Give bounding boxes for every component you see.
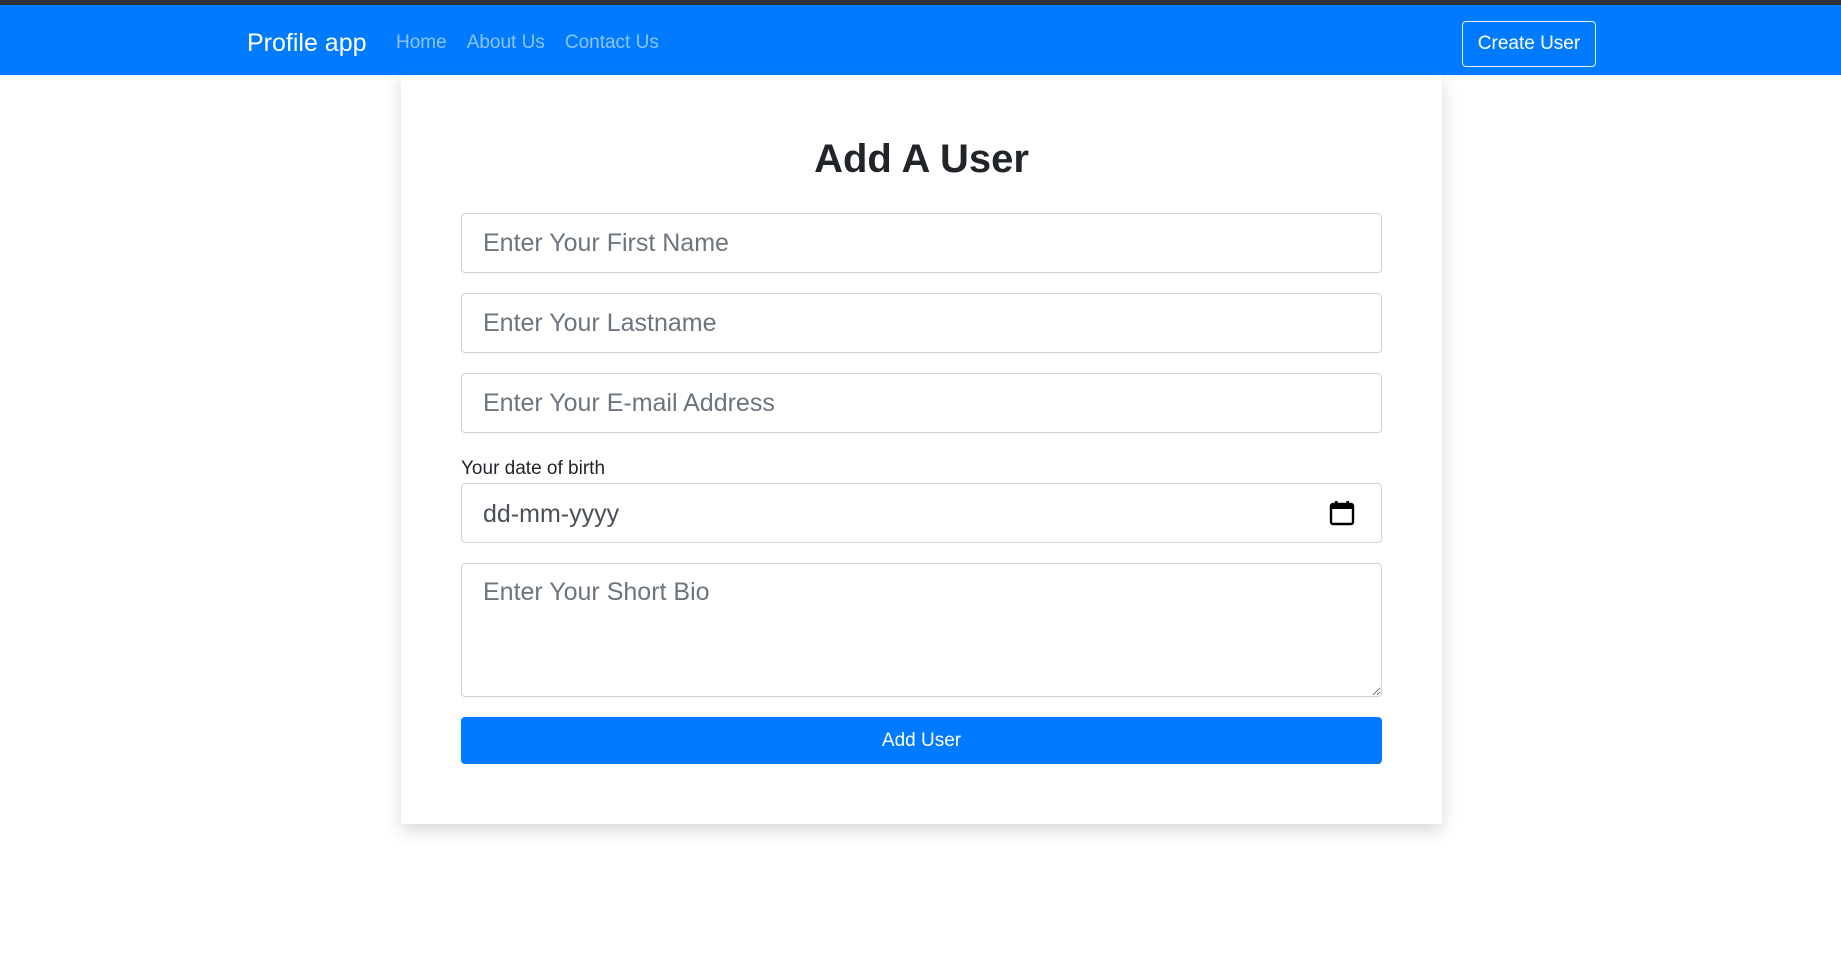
email-input[interactable] bbox=[461, 373, 1382, 433]
navbar: Profile app Home About Us Contact Us Cre… bbox=[0, 5, 1841, 75]
date-of-birth-label: Your date of birth bbox=[461, 458, 606, 479]
nav-link-home[interactable]: Home bbox=[396, 31, 447, 55]
calendar-icon[interactable] bbox=[1329, 500, 1355, 526]
create-user-button[interactable]: Create User bbox=[1462, 21, 1596, 67]
first-name-input[interactable] bbox=[461, 213, 1382, 273]
add-user-card: Add A User Your date of birth dd-mm-yyyy… bbox=[401, 75, 1442, 824]
navbar-brand[interactable]: Profile app bbox=[247, 28, 367, 58]
last-name-input[interactable] bbox=[461, 293, 1382, 353]
page-title: Add A User bbox=[814, 137, 1029, 181]
nav-link-about-us[interactable]: About Us bbox=[467, 31, 545, 55]
nav-links: Home About Us Contact Us bbox=[396, 31, 659, 55]
date-of-birth-placeholder: dd-mm-yyyy bbox=[483, 500, 620, 528]
date-of-birth-input[interactable]: dd-mm-yyyy bbox=[461, 483, 1382, 543]
add-user-button[interactable]: Add User bbox=[461, 717, 1382, 764]
nav-link-contact-us[interactable]: Contact Us bbox=[565, 31, 659, 55]
short-bio-textarea[interactable] bbox=[461, 563, 1382, 697]
